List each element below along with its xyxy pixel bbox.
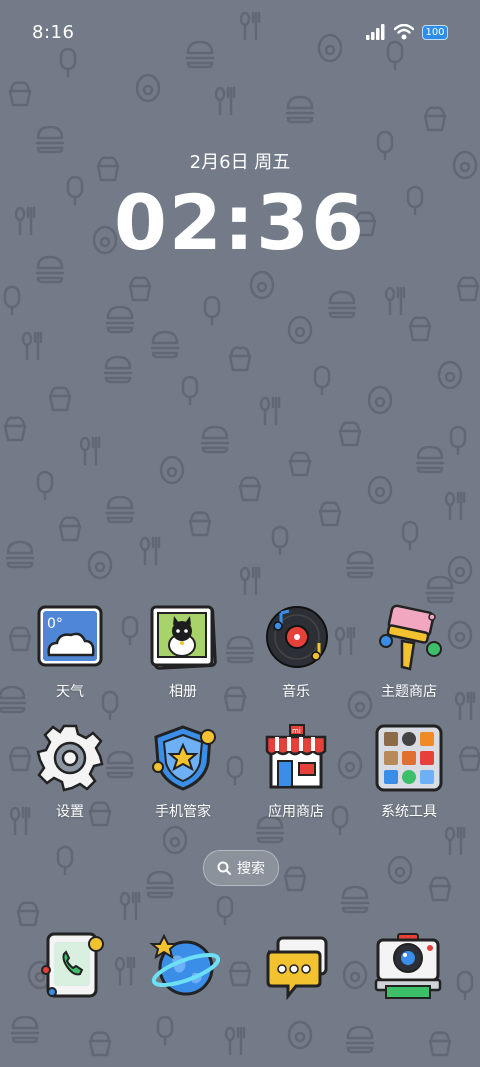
app-label: 系统工具 — [381, 804, 437, 820]
app-label: 天气 — [56, 684, 84, 700]
app-label: 相册 — [169, 684, 197, 700]
security-icon — [148, 723, 218, 793]
app-gallery[interactable]: 相册 — [128, 603, 238, 701]
dock-browser[interactable] — [148, 930, 221, 1002]
app-security[interactable]: 手机管家 — [128, 723, 238, 821]
clock-widget[interactable]: 2月6日 周五 02:36 — [0, 148, 480, 266]
app-settings[interactable]: 设置 — [15, 723, 125, 821]
weather-temp: 0° — [47, 616, 63, 632]
app-label: 手机管家 — [155, 804, 211, 820]
theme-store-icon — [374, 603, 444, 673]
wifi-icon — [394, 24, 414, 40]
phone-icon — [41, 932, 104, 998]
app-music[interactable]: 音乐 — [241, 603, 351, 701]
clock-time: 02:36 — [114, 178, 366, 267]
battery-indicator: 100 — [422, 24, 448, 40]
search-button[interactable]: 搜索 — [203, 850, 279, 886]
camera-icon — [374, 933, 442, 999]
app-label: 设置 — [56, 804, 84, 820]
app-store-badge: mi — [292, 727, 301, 735]
app-theme-store[interactable]: 主题商店 — [354, 603, 464, 701]
search-icon — [217, 861, 231, 875]
app-label: 主题商店 — [381, 684, 437, 700]
gallery-icon — [148, 603, 218, 673]
browser-planet-icon — [149, 933, 221, 996]
music-icon — [261, 603, 331, 673]
dock-messages[interactable] — [260, 930, 332, 1002]
app-weather[interactable]: 0° 天气 — [15, 603, 125, 701]
dock-camera[interactable] — [372, 930, 444, 1002]
settings-icon — [35, 723, 105, 793]
signal-icon — [366, 24, 385, 40]
status-bar: 8:16 100 — [0, 0, 480, 64]
system-tools-folder-icon — [374, 723, 444, 793]
weather-icon: 0° — [35, 603, 105, 673]
search-label: 搜索 — [237, 861, 265, 877]
app-app-store[interactable]: mi 应用商店 — [241, 723, 351, 821]
app-store-icon: mi — [261, 723, 331, 793]
status-icons: 100 — [366, 24, 448, 40]
app-label: 应用商店 — [268, 804, 324, 820]
dock-phone[interactable] — [38, 930, 110, 1002]
status-time: 8:16 — [32, 22, 75, 43]
app-label: 音乐 — [282, 684, 310, 700]
messages-icon — [266, 936, 328, 1001]
date-label: 2月6日 周五 — [189, 152, 291, 173]
app-system-tools-folder[interactable]: 系统工具 — [354, 723, 464, 821]
